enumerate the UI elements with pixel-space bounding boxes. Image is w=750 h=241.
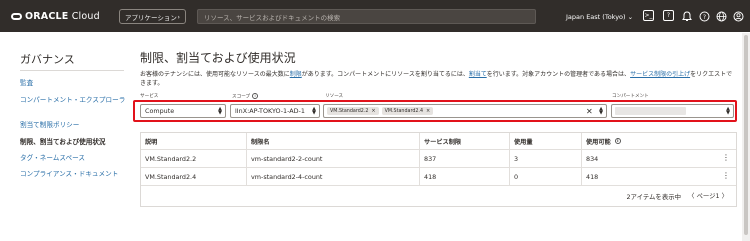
pagination[interactable]: 〈 ページ1 〉	[688, 191, 728, 200]
page-title: 制限、割当ておよび使用状況	[140, 51, 296, 65]
oracle-cloud-logo[interactable]: ORACLE Cloud	[11, 10, 100, 22]
service-select[interactable]: Compute ▲ ▼	[140, 104, 226, 118]
oracle-logo-icon	[11, 12, 22, 20]
cell-service-limit: 418	[420, 168, 510, 185]
kebab-menu-icon[interactable]: ⋮	[722, 154, 730, 162]
user-icon[interactable]	[731, 9, 745, 23]
cell-description: VM.Standard2.2	[141, 150, 247, 167]
compartment-value-placeholder	[615, 107, 686, 115]
updown-icon: ▲ ▼	[218, 106, 222, 116]
cell-usage: 3	[510, 150, 582, 167]
cell-usage: 0	[510, 168, 582, 185]
nav-title: ガバナンス	[20, 53, 75, 66]
chevron-down-icon: ⌄	[627, 12, 634, 21]
info-icon[interactable]: i	[252, 93, 259, 99]
cell-description: VM.Standard2.4	[141, 168, 247, 185]
table-row: VM.Standard2.2 vm-standard2-2-count 837 …	[141, 150, 736, 168]
help-circle-icon[interactable]: ?	[697, 9, 711, 23]
table-row: VM.Standard2.4 vm-standard2-4-count 418 …	[141, 168, 736, 186]
service-filter-label: サービス	[140, 94, 159, 99]
region-label: Japan East (Tokyo)	[566, 12, 626, 21]
scope-select[interactable]: lInX:AP-TOKYO-1-AD-1 ▲ ▼	[230, 104, 320, 118]
limits-link[interactable]: 制限	[290, 71, 302, 78]
info-icon[interactable]: i	[614, 138, 621, 144]
resource-chip: VM.Standard2.4 ×	[381, 107, 434, 115]
terminal-icon[interactable]: >_	[643, 10, 654, 21]
column-header-description[interactable]: 説明	[141, 133, 247, 149]
kebab-menu-icon[interactable]: ⋮	[722, 172, 730, 180]
search-placeholder: リソース、サービスおよびドキュメントの検索	[204, 13, 341, 22]
cell-available: 834 ⋮	[586, 153, 730, 163]
column-header-usage[interactable]: 使用量	[510, 133, 582, 149]
nav-item-tag-namespaces[interactable]: タグ・ネームスペース	[20, 154, 128, 163]
limits-table: 説明 制限名 サービス制限 使用量 使用可能 i VM.Standard2.2 v…	[140, 132, 737, 207]
page-description: お客様のテナンシには、使用可能なリソースの最大数に制限があります。コンパートメン…	[140, 71, 733, 87]
brand-cloud: Cloud	[68, 10, 100, 22]
help-icon[interactable]: ?	[663, 10, 674, 21]
applications-label: アプリケーション	[125, 13, 177, 22]
nav-item-audit[interactable]: 監査	[20, 79, 128, 88]
compartment-filter-label: コンパートメント	[612, 94, 649, 99]
nav-divider	[20, 70, 124, 71]
updown-icon: ▲ ▼	[312, 106, 316, 116]
clear-resources-icon[interactable]: ✕	[586, 104, 593, 118]
table-header: 説明 制限名 サービス制限 使用量 使用可能 i	[141, 133, 736, 150]
resource-filter-label: リソース	[325, 94, 344, 99]
chip-remove-icon[interactable]: ×	[426, 108, 430, 114]
globe-icon[interactable]	[714, 9, 728, 23]
item-count: 2アイテムを表示中	[626, 193, 681, 201]
chevron-right-icon: ›	[177, 12, 180, 21]
bell-icon[interactable]	[680, 9, 694, 23]
resource-multiselect[interactable]: VM.Standard2.2 × VM.Standard2.4 × ▲ ▼	[323, 104, 607, 118]
cell-service-limit: 837	[420, 150, 510, 167]
search-input[interactable]: リソース、サービスおよびドキュメントの検索	[197, 9, 536, 24]
column-header-service-limit[interactable]: サービス制限	[420, 133, 510, 149]
scope-filter-label: スコープ i	[232, 93, 259, 100]
column-header-limit-name[interactable]: 制限名	[247, 133, 420, 149]
request-limit-increase-link[interactable]: サービス制限の引上げ	[630, 71, 690, 78]
brand-oracle: ORACLE	[25, 10, 69, 22]
svg-text:?: ?	[702, 13, 705, 20]
cell-limit-name: vm-standard2-2-count	[247, 150, 420, 167]
resource-chip: VM.Standard2.2 ×	[327, 107, 379, 115]
chip-remove-icon[interactable]: ×	[371, 108, 375, 114]
nav-item-limits-quotas-usage[interactable]: 制限、割当ておよび使用状況	[20, 138, 128, 147]
region-selector[interactable]: Japan East (Tokyo) ⌄	[566, 9, 633, 24]
nav-item-compliance-documents[interactable]: コンプライアンス・ドキュメント	[20, 170, 128, 179]
updown-icon: ▲ ▼	[599, 106, 603, 116]
scrollbar-thumb[interactable]	[744, 35, 748, 235]
nav-item-quota-policies[interactable]: 割当て制限ポリシー	[20, 121, 128, 130]
quotas-link[interactable]: 割当て	[469, 71, 487, 78]
scope-value: lInX:AP-TOKYO-1-AD-1	[235, 107, 305, 115]
updown-icon: ▲ ▼	[726, 106, 730, 116]
nav-item-compartment-explorer[interactable]: コンパートメント・エクスプローラ	[20, 96, 128, 105]
applications-button[interactable]: アプリケーション ›	[119, 9, 186, 24]
cell-available: 418 ⋮	[586, 171, 730, 181]
service-value: Compute	[145, 107, 175, 115]
table-footer: 2アイテムを表示中 〈 ページ1 〉	[141, 186, 736, 206]
column-header-available[interactable]: 使用可能 i	[582, 133, 736, 149]
cell-limit-name: vm-standard2-4-count	[247, 168, 420, 185]
